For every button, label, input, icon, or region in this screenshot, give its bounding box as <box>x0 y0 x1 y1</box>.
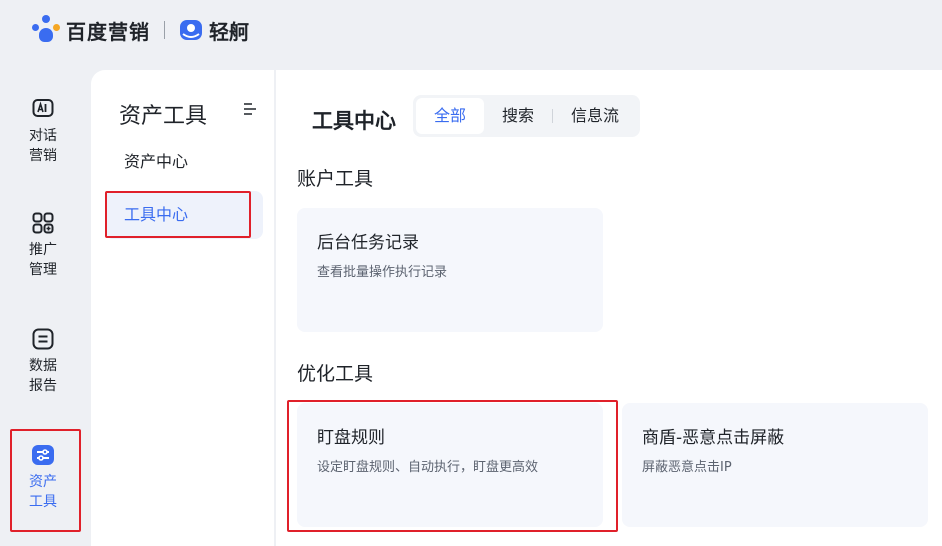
report-icon <box>30 326 56 352</box>
card-title: 商盾-恶意点击屏蔽 <box>642 428 785 448</box>
main-content: 工具中心 全部 搜索 信息流 账户工具 后台任务记录 查看批量操作执行记录 优化… <box>276 70 942 546</box>
grid-plus-icon <box>30 210 56 236</box>
tool-card-background-task-log[interactable]: 后台任务记录 查看批量操作执行记录 <box>297 208 603 332</box>
rail-item-data-report[interactable]: 数据 报告 <box>0 326 86 396</box>
card-description: 设定盯盘规则、自动执行，盯盘更高效 <box>317 460 539 475</box>
rail-label: 资产 工具 <box>29 474 57 510</box>
rail-item-asset-tools[interactable]: 资产 工具 <box>0 442 86 512</box>
rail-item-dialog-marketing[interactable]: 对话 营销 <box>0 96 86 166</box>
tab-search[interactable]: 搜索 <box>484 98 552 134</box>
tab-all[interactable]: 全部 <box>416 98 485 134</box>
section-title-optimization-tools: 优化工具 <box>297 363 374 385</box>
rail-label: 对话 营销 <box>29 128 57 164</box>
tool-filter-tabs: 全部 搜索 信息流 <box>413 95 641 137</box>
submenu-item-asset-center[interactable]: 资产中心 <box>105 138 263 186</box>
submenu-panel: 资产工具 资产中心 工具中心 <box>91 70 274 546</box>
brand-bar: 百度营销 轻舸 <box>0 0 942 60</box>
section-title-account-tools: 账户工具 <box>297 168 374 190</box>
baidu-marketing-logo-icon <box>30 15 62 45</box>
page-title: 工具中心 <box>312 109 396 133</box>
tool-card-click-fraud-shield[interactable]: 商盾-恶意点击屏蔽 屏蔽恶意点击IP <box>622 403 928 527</box>
card-title: 后台任务记录 <box>317 233 419 253</box>
submenu-title: 资产工具 <box>119 104 208 129</box>
rail-label: 数据 报告 <box>29 358 57 394</box>
brand-divider <box>164 21 165 39</box>
left-rail: 对话 营销 推广 管理 数据 报告 资产 工具 <box>0 70 86 546</box>
tab-feed[interactable]: 信息流 <box>553 98 637 134</box>
brand-name: 百度营销 <box>66 19 150 44</box>
card-description: 查看批量操作执行记录 <box>317 265 448 280</box>
ai-chat-icon <box>30 96 56 122</box>
rail-item-campaign-management[interactable]: 推广 管理 <box>0 210 86 280</box>
card-title: 盯盘规则 <box>317 428 385 448</box>
submenu-item-tool-center[interactable]: 工具中心 <box>105 191 263 239</box>
qingge-logo-icon <box>180 20 202 40</box>
product-name: 轻舸 <box>209 19 249 44</box>
collapse-menu-icon[interactable] <box>243 102 257 116</box>
card-description: 屏蔽恶意点击IP <box>642 460 732 475</box>
tool-card-monitor-rules[interactable]: 盯盘规则 设定盯盘规则、自动执行，盯盘更高效 <box>297 403 603 527</box>
rail-label: 推广 管理 <box>29 242 57 278</box>
tools-slider-icon <box>30 442 56 468</box>
